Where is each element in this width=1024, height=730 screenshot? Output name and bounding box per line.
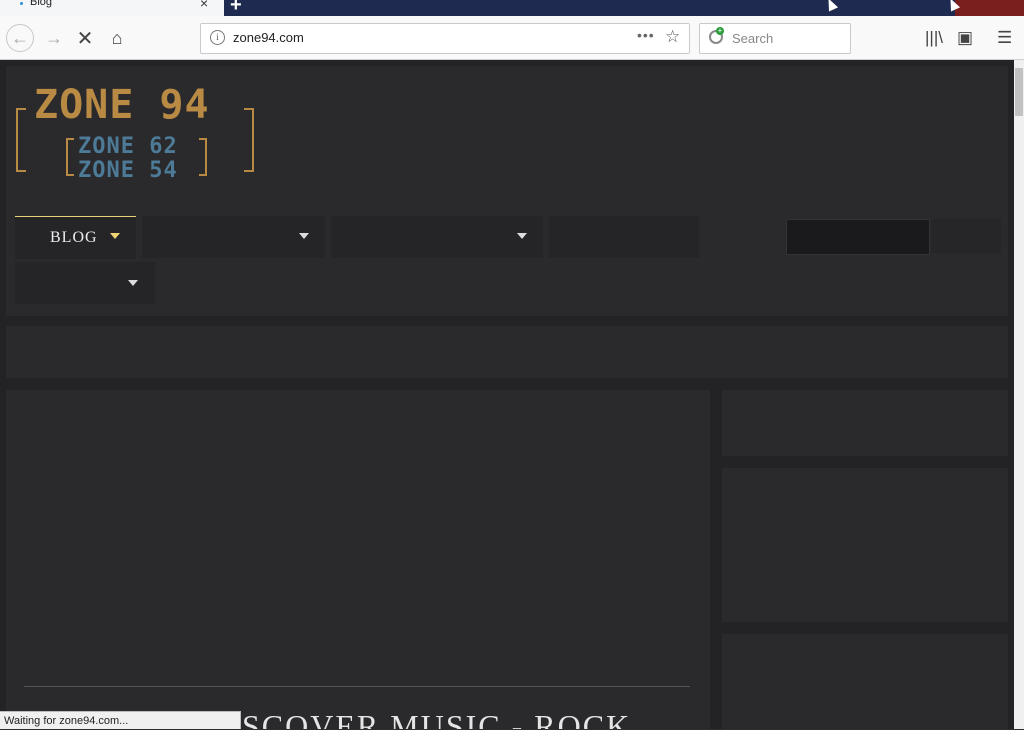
- site-header: ZONE 94 ZONE 62 ZONE 54 BLOG: [6, 66, 1008, 316]
- menu-icon[interactable]: ☰: [997, 28, 1012, 48]
- info-icon[interactable]: i: [210, 30, 225, 45]
- site-search-input[interactable]: [786, 219, 930, 255]
- chevron-down-icon: [128, 280, 138, 286]
- chevron-down-icon: [299, 233, 309, 239]
- chevron-down-icon: [110, 233, 120, 239]
- tab-strip-accent: [955, 0, 1024, 16]
- nav-blog-label: BLOG: [50, 229, 98, 246]
- logo-sub-text-1: ZONE 62: [78, 134, 178, 159]
- banner-band: [6, 326, 1008, 378]
- page-actions-icon[interactable]: •••: [637, 27, 655, 43]
- sidebar-widget-3: [722, 634, 1008, 729]
- navigation-toolbar: ← → ✕ ⌂ i zone94.com ••• ☆ + Search |||\…: [0, 16, 1024, 60]
- nav-item-4[interactable]: [549, 216, 699, 258]
- url-text[interactable]: zone94.com: [233, 30, 304, 45]
- status-bar: Waiting for zone94.com...: [0, 711, 241, 729]
- back-arrow-icon[interactable]: ←: [6, 24, 34, 52]
- site-search-button[interactable]: [931, 219, 1001, 253]
- nav-item-5[interactable]: [15, 262, 155, 304]
- sidebar-widget-1: [722, 390, 1008, 456]
- logo-inner-bracket-left: [66, 138, 74, 176]
- add-search-icon: +: [716, 26, 724, 35]
- cursor-icon: [823, 0, 839, 12]
- search-input[interactable]: + Search: [699, 23, 851, 54]
- search-placeholder: Search: [732, 31, 774, 46]
- nav-item-2[interactable]: [142, 216, 325, 258]
- library-icon[interactable]: |||\: [925, 28, 943, 48]
- site-logo[interactable]: ZONE 94 ZONE 62 ZONE 54: [16, 82, 261, 183]
- tab-blog[interactable]: Blog ×: [0, 0, 224, 16]
- sidebar-widget-2: [722, 468, 1008, 622]
- nav-item-3[interactable]: [331, 216, 543, 258]
- home-icon[interactable]: ⌂: [103, 24, 131, 52]
- nav-item-blog[interactable]: BLOG: [15, 216, 136, 259]
- page-viewport: ZONE 94 ZONE 62 ZONE 54 BLOG SCOVER MUSI…: [0, 60, 1014, 729]
- scrollbar[interactable]: [1014, 60, 1024, 729]
- bookmark-star-icon[interactable]: ☆: [665, 27, 680, 47]
- chevron-down-icon: [517, 233, 527, 239]
- logo-main-text: ZONE 94: [34, 82, 210, 128]
- stop-icon[interactable]: ✕: [71, 24, 99, 52]
- tab-strip: Blog × +: [0, 0, 1024, 16]
- divider: [24, 686, 690, 687]
- logo-bracket-left: [16, 108, 26, 172]
- tab-close-icon[interactable]: ×: [200, 0, 208, 11]
- scrollbar-thumb[interactable]: [1015, 68, 1023, 116]
- logo-bracket-right: [244, 108, 254, 172]
- new-tab-button[interactable]: +: [230, 0, 242, 17]
- post-headline[interactable]: SCOVER MUSIC - ROCK: [242, 708, 631, 729]
- url-bar[interactable]: i zone94.com ••• ☆: [200, 23, 690, 54]
- tab-loading-icon: [20, 2, 23, 5]
- logo-sub-text-2: ZONE 54: [78, 158, 178, 183]
- forward-arrow-icon[interactable]: →: [40, 24, 68, 52]
- main-content: SCOVER MUSIC - ROCK: [6, 390, 710, 729]
- sidebar-icon[interactable]: ▣: [957, 28, 973, 48]
- logo-inner-bracket-right: [199, 138, 207, 176]
- tab-title: Blog: [30, 0, 53, 8]
